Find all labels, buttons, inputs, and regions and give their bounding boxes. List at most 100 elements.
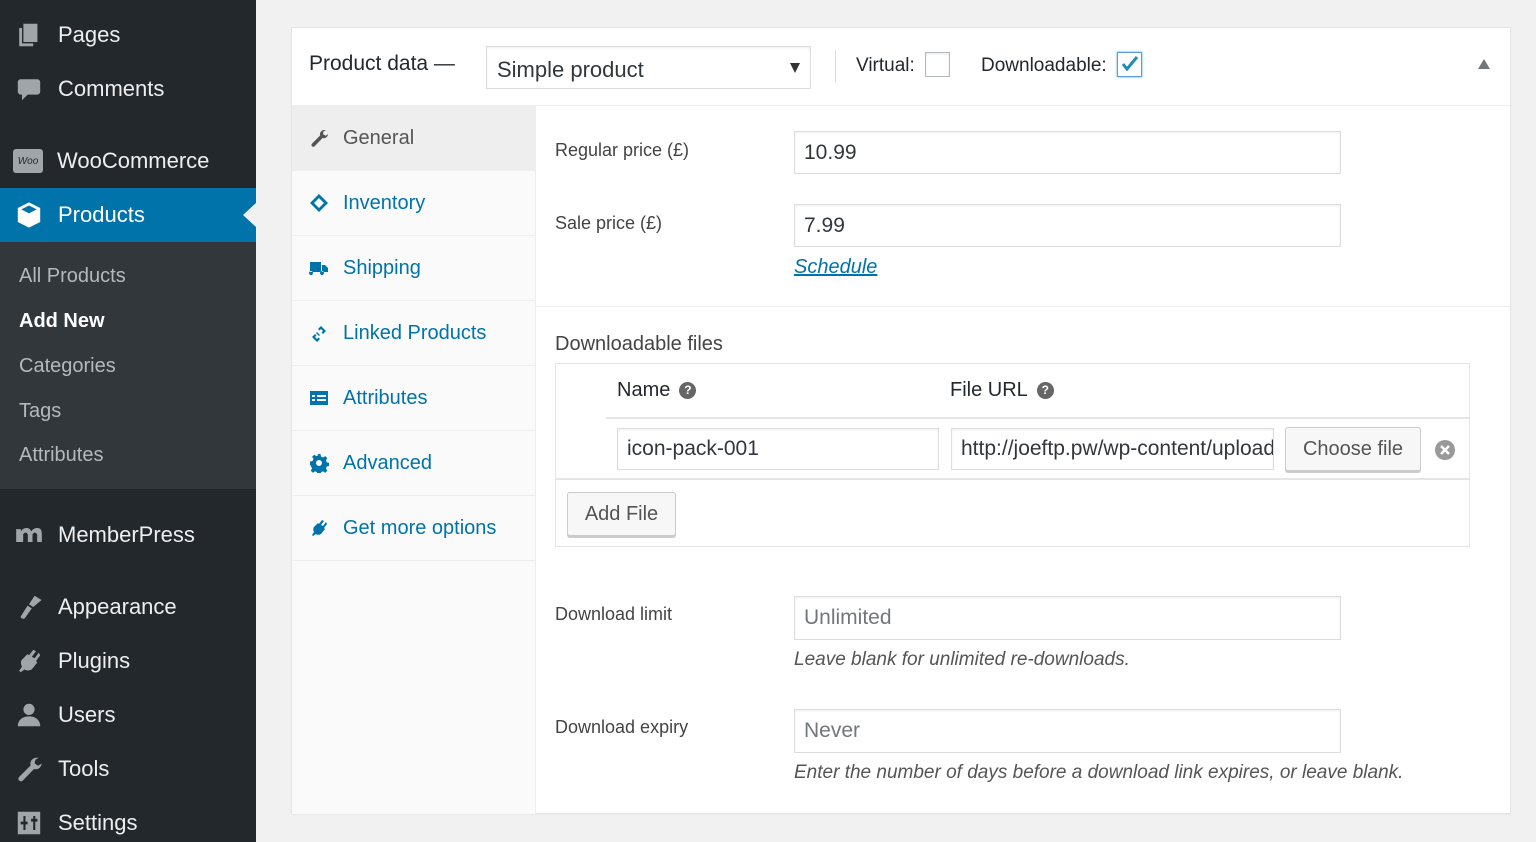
choose-file-button[interactable]: Choose file bbox=[1285, 427, 1421, 471]
sidebar-item-tools[interactable]: Tools bbox=[0, 742, 256, 796]
virtual-checkbox[interactable] bbox=[925, 52, 950, 77]
collapse-toggle-icon[interactable] bbox=[1478, 59, 1490, 69]
product-data-title: Product data — bbox=[309, 52, 455, 75]
submenu-all-products[interactable]: All Products bbox=[19, 265, 126, 288]
download-expiry-label: Download expiry bbox=[555, 717, 689, 737]
tools-icon bbox=[14, 754, 44, 784]
gear-icon bbox=[309, 453, 329, 473]
products-submenu: All Products Add New Categories Tags Att… bbox=[0, 242, 256, 489]
settings-icon bbox=[14, 808, 44, 838]
sidebar-item-comments[interactable]: Comments bbox=[0, 62, 256, 116]
tab-label: Linked Products bbox=[343, 321, 487, 344]
sidebar-item-label: Pages bbox=[58, 22, 121, 47]
sidebar-item-plugins[interactable]: Plugins bbox=[0, 634, 256, 688]
downloadable-files-label: Downloadable files bbox=[555, 333, 723, 355]
link-icon bbox=[309, 323, 329, 343]
products-icon bbox=[14, 200, 44, 230]
users-icon bbox=[14, 700, 44, 730]
tab-get-more-options[interactable]: Get more options bbox=[292, 496, 535, 561]
virtual-label: Virtual: bbox=[856, 55, 915, 76]
tab-general[interactable]: General bbox=[292, 106, 535, 171]
sidebar-item-settings[interactable]: Settings bbox=[0, 796, 256, 842]
tab-label: General bbox=[343, 126, 415, 149]
downloadable-checkbox[interactable] bbox=[1117, 52, 1142, 77]
tab-inventory[interactable]: Inventory bbox=[292, 171, 535, 236]
appearance-icon bbox=[14, 592, 44, 622]
sidebar-item-appearance[interactable]: Appearance bbox=[0, 580, 256, 634]
tag-icon bbox=[309, 193, 329, 213]
sidebar-item-pages[interactable]: Pages bbox=[0, 8, 256, 62]
tab-shipping[interactable]: Shipping bbox=[292, 236, 535, 301]
sale-price-input[interactable]: 7.99 bbox=[794, 204, 1341, 247]
download-limit-label: Download limit bbox=[555, 604, 673, 624]
sidebar-item-memberpress[interactable]: MemberPress bbox=[0, 508, 256, 562]
sidebar-item-users[interactable]: Users bbox=[0, 688, 256, 742]
regular-price-label: Regular price (£) bbox=[555, 140, 690, 160]
sidebar-item-woocommerce[interactable]: Woo WooCommerce bbox=[0, 134, 256, 188]
help-icon[interactable]: ? bbox=[679, 382, 697, 399]
tab-label: Shipping bbox=[343, 256, 421, 279]
file-name-input[interactable]: icon-pack-001 bbox=[617, 428, 939, 470]
plug-icon bbox=[309, 518, 329, 538]
product-type-select[interactable]: Simple product bbox=[486, 46, 811, 89]
tab-label: Attributes bbox=[343, 386, 428, 409]
product-data-header: Product data — Simple product Virtual: D… bbox=[292, 28, 1510, 106]
download-expiry-input[interactable]: Never bbox=[794, 709, 1341, 753]
download-limit-description: Leave blank for unlimited re-downloads. bbox=[794, 649, 1130, 670]
submenu-tags[interactable]: Tags bbox=[19, 400, 61, 423]
column-name-label: Name bbox=[617, 379, 671, 401]
truck-icon bbox=[309, 258, 329, 278]
sidebar-item-label: MemberPress bbox=[58, 522, 195, 547]
tab-label: Inventory bbox=[343, 191, 426, 214]
current-arrow bbox=[243, 203, 256, 227]
submenu-attributes[interactable]: Attributes bbox=[19, 444, 103, 467]
sidebar-item-label: Products bbox=[58, 202, 145, 227]
remove-file-icon[interactable] bbox=[1435, 440, 1455, 460]
pages-icon bbox=[14, 20, 44, 50]
wrench-icon bbox=[309, 128, 329, 148]
sidebar-item-label: Tools bbox=[58, 756, 110, 781]
file-url-input[interactable]: http://joeftp.pw/wp-content/uploads/ bbox=[951, 428, 1274, 470]
sidebar-item-label: WooCommerce bbox=[57, 148, 210, 173]
schedule-link[interactable]: Schedule bbox=[794, 256, 877, 279]
regular-price-input[interactable]: 10.99 bbox=[794, 131, 1341, 174]
product-data-panel: Product data — Simple product Virtual: D… bbox=[291, 27, 1511, 814]
product-type-value: Simple product bbox=[497, 57, 644, 82]
tab-linked-products[interactable]: Linked Products bbox=[292, 301, 535, 366]
column-header-file-url: File URL ? bbox=[950, 379, 1054, 402]
help-icon[interactable]: ? bbox=[1036, 382, 1054, 399]
column-file-url-label: File URL bbox=[950, 379, 1028, 401]
download-expiry-description: Enter the number of days before a downlo… bbox=[794, 762, 1404, 783]
downloadable-files-header: Name ? File URL ? bbox=[606, 364, 1469, 419]
tab-label: Get more options bbox=[343, 516, 497, 539]
tab-attributes[interactable]: Attributes bbox=[292, 366, 535, 431]
general-panel: Regular price (£) 10.99 Sale price (£) 7… bbox=[536, 106, 1510, 813]
sidebar-item-label: Settings bbox=[58, 810, 138, 835]
sale-price-label: Sale price (£) bbox=[555, 213, 663, 233]
product-data-tabs: General Inventory Shipping Linked Produc… bbox=[292, 106, 536, 814]
sidebar-item-label: Appearance bbox=[58, 594, 177, 619]
memberpress-icon bbox=[14, 520, 44, 550]
add-file-button[interactable]: Add File bbox=[567, 492, 676, 536]
list-icon bbox=[309, 388, 329, 408]
woocommerce-icon: Woo bbox=[13, 149, 43, 173]
comments-icon bbox=[14, 74, 44, 104]
section-divider bbox=[536, 306, 1510, 307]
submenu-categories[interactable]: Categories bbox=[19, 355, 116, 378]
sidebar-item-label: Comments bbox=[58, 76, 165, 101]
sidebar-item-label: Users bbox=[58, 702, 116, 727]
table-row: icon-pack-001 http://joeftp.pw/wp-conten… bbox=[556, 420, 1469, 480]
sidebar-item-products[interactable]: Products bbox=[0, 188, 256, 242]
submenu-add-new[interactable]: Add New bbox=[19, 310, 105, 333]
checkmark-icon bbox=[1121, 56, 1139, 72]
header-divider bbox=[835, 50, 836, 82]
downloadable-label: Downloadable: bbox=[981, 55, 1107, 76]
download-limit-input[interactable]: Unlimited bbox=[794, 596, 1341, 640]
chevron-down-icon bbox=[790, 63, 800, 73]
admin-sidebar: Pages Comments Woo WooCommerce Products … bbox=[0, 0, 256, 842]
plugins-icon bbox=[14, 646, 44, 676]
column-header-name: Name ? bbox=[617, 379, 697, 402]
woo-badge-text: Woo bbox=[17, 155, 39, 167]
tab-advanced[interactable]: Advanced bbox=[292, 431, 535, 496]
sidebar-item-label: Plugins bbox=[58, 648, 131, 673]
